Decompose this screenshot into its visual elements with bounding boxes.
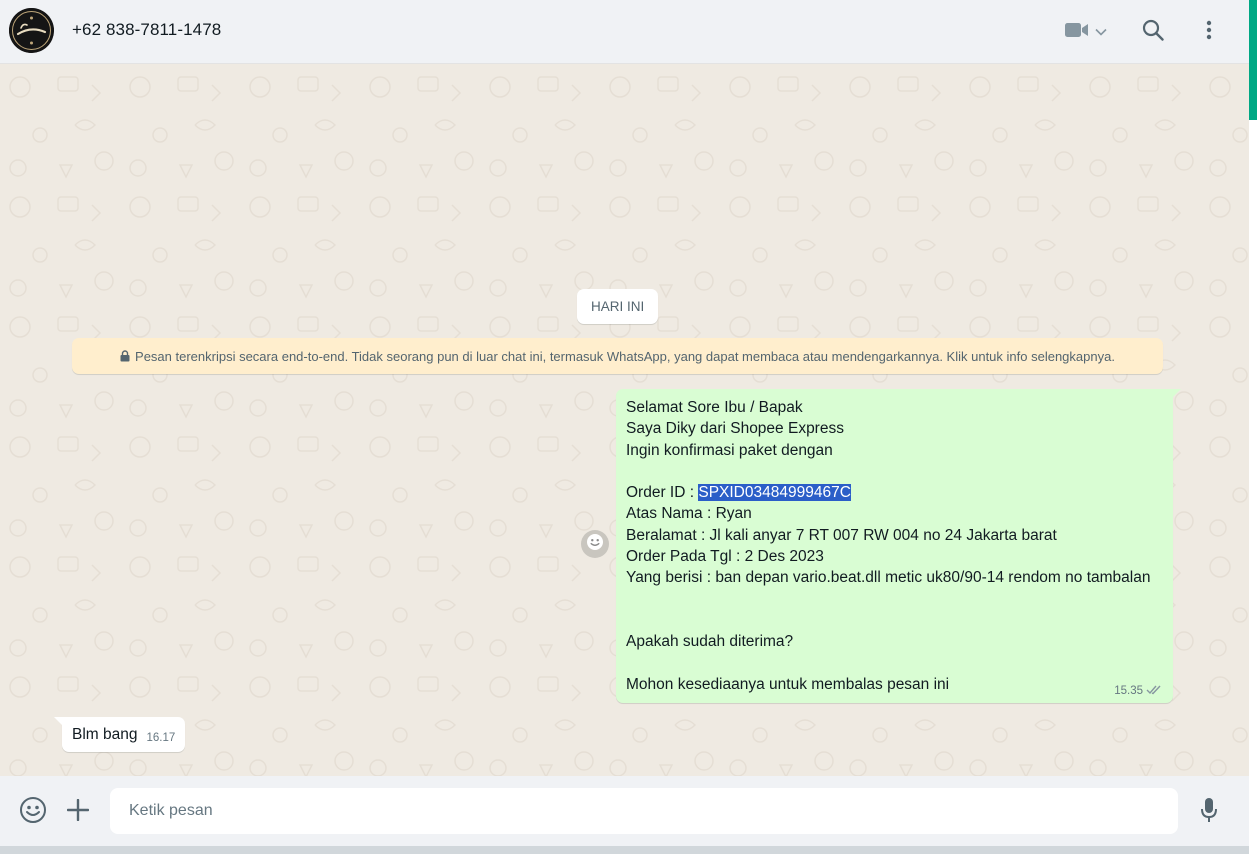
avatar[interactable] bbox=[9, 8, 54, 53]
message-line bbox=[626, 653, 1163, 674]
chevron-down-icon bbox=[1095, 23, 1107, 41]
message-line: Atas Nama : Ryan bbox=[626, 505, 752, 523]
message-time: 16.17 bbox=[146, 731, 176, 744]
message-line bbox=[626, 610, 1163, 631]
video-camera-icon bbox=[1065, 22, 1089, 43]
message-line: Saya Diky dari Shopee Express bbox=[626, 420, 844, 438]
chat-header: +62 838-7811-1478 bbox=[0, 0, 1249, 64]
message-text: Blm bang bbox=[72, 725, 138, 743]
emoji-button[interactable] bbox=[17, 796, 49, 828]
message-line: Selamat Sore Ibu / Bapak bbox=[626, 399, 803, 416]
order-id-label: Order ID : bbox=[626, 484, 699, 502]
message-line: Beralamat : Jl kali anyar 7 RT 007 RW 00… bbox=[626, 526, 1057, 544]
plus-icon bbox=[66, 798, 90, 826]
search-button[interactable] bbox=[1137, 16, 1169, 48]
lock-icon bbox=[120, 350, 130, 362]
voice-message-button[interactable] bbox=[1193, 796, 1225, 828]
composer-bar bbox=[0, 776, 1249, 846]
incoming-message[interactable]: Blm bang 16.17 bbox=[53, 717, 186, 752]
message-meta: 15.35 bbox=[1114, 684, 1163, 698]
double-check-icon bbox=[1146, 684, 1163, 698]
smiley-icon bbox=[19, 796, 47, 829]
message-line-order-id: Order ID : SPXID03484999467C bbox=[626, 482, 1163, 503]
selected-order-id[interactable]: SPXID03484999467C bbox=[698, 484, 851, 502]
outgoing-message[interactable]: Selamat Sore Ibu / Bapak Saya Diky dari … bbox=[616, 389, 1181, 703]
message-line bbox=[626, 461, 1163, 482]
kebab-menu-icon bbox=[1206, 20, 1212, 45]
smiley-icon bbox=[586, 533, 604, 556]
message-line: Order Pada Tgl : 2 Des 2023 bbox=[626, 548, 824, 566]
emoji-reaction-button[interactable] bbox=[581, 530, 609, 558]
encryption-notice-text: Pesan terenkripsi secara end-to-end. Tid… bbox=[135, 348, 1115, 364]
scrollbar-track[interactable] bbox=[1249, 0, 1257, 854]
message-list[interactable]: HARI INI Pesan terenkripsi secara end-to… bbox=[0, 65, 1249, 776]
message-input[interactable] bbox=[110, 788, 1178, 834]
date-separator: HARI INI bbox=[577, 289, 659, 324]
message-line: Yang berisi : ban depan vario.beat.dll m… bbox=[626, 569, 1151, 587]
scrollbar-accent bbox=[1249, 0, 1257, 120]
message-time: 15.35 bbox=[1114, 685, 1143, 697]
search-icon bbox=[1142, 19, 1164, 46]
message-line bbox=[626, 589, 1163, 610]
microphone-icon bbox=[1200, 797, 1218, 828]
window-bottom-edge bbox=[0, 846, 1249, 854]
message-text: Selamat Sore Ibu / Bapak Saya Diky dari … bbox=[626, 397, 1163, 695]
encryption-notice[interactable]: Pesan terenkripsi secara end-to-end. Tid… bbox=[72, 338, 1163, 374]
attach-button[interactable] bbox=[62, 796, 94, 828]
message-line: Mohon kesediaanya untuk membalas pesan i… bbox=[626, 675, 950, 693]
video-call-button[interactable] bbox=[1060, 16, 1112, 48]
whatsapp-chat-window: +62 838-7811-1478 HARI INI Pesan terenkr… bbox=[0, 0, 1249, 846]
contact-name[interactable]: +62 838-7811-1478 bbox=[72, 20, 221, 40]
message-line: Apakah sudah diterima? bbox=[626, 633, 794, 651]
menu-button[interactable] bbox=[1193, 16, 1225, 48]
message-line: Ingin konfirmasi paket dengan bbox=[626, 441, 833, 459]
